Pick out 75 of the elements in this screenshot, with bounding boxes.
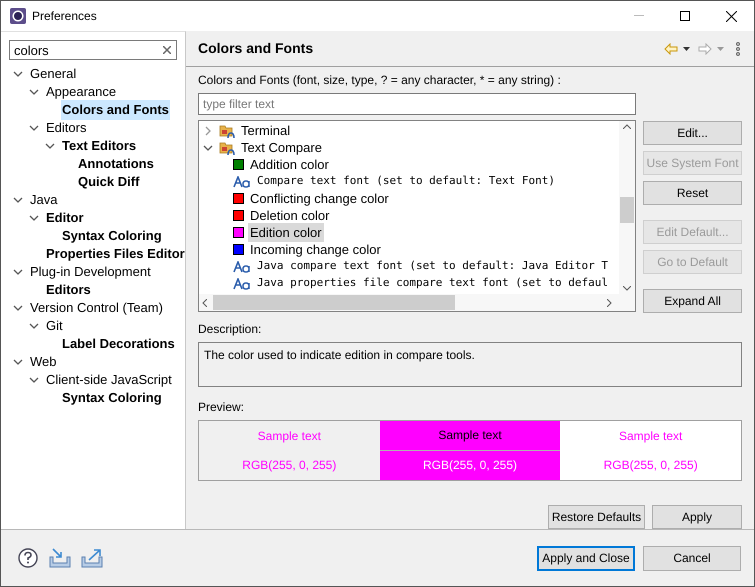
tree-item[interactable]: Label Decorations xyxy=(61,334,176,354)
font-icon xyxy=(233,278,251,290)
chevron-down-icon[interactable] xyxy=(203,142,213,152)
list-item[interactable]: Text Compare xyxy=(239,138,324,158)
app-icon xyxy=(10,8,26,24)
chevron-right-icon[interactable] xyxy=(203,126,213,136)
tree-item[interactable]: Plug-in Development xyxy=(29,262,152,282)
sample-text: Sample text xyxy=(618,428,682,445)
tree-item[interactable]: Version Control (Team) xyxy=(29,298,164,318)
description-box: The color used to indicate edition in compare tools. xyxy=(198,342,742,387)
tree-item[interactable]: Editors xyxy=(45,280,92,300)
chevron-down-icon[interactable] xyxy=(13,267,23,277)
menu-icon[interactable] xyxy=(736,42,740,56)
list-item[interactable]: Terminal xyxy=(239,121,292,140)
clear-icon[interactable] xyxy=(163,46,171,54)
help-icon[interactable] xyxy=(18,548,38,568)
page-title: Colors and Fonts xyxy=(198,39,314,58)
filter-label: Colors and Fonts (font, size, type, ? = any character, * = any string) : xyxy=(198,72,562,89)
close-icon[interactable] xyxy=(726,10,737,22)
tree-item[interactable]: Text Editors xyxy=(61,136,138,156)
list-item[interactable]: Edition color xyxy=(248,222,324,242)
font-icon xyxy=(233,176,251,188)
side-button[interactable]: Expand All xyxy=(643,289,742,313)
export-icon[interactable] xyxy=(81,548,103,568)
scrollbar-thumb[interactable] xyxy=(620,197,634,223)
tree-item[interactable]: Java xyxy=(29,190,58,210)
folder-font-icon xyxy=(219,140,235,156)
vertical-scrollbar[interactable] xyxy=(619,121,636,294)
font-icon xyxy=(233,260,251,272)
dialog-button[interactable]: Cancel xyxy=(643,546,741,570)
page-button[interactable]: Restore Defaults xyxy=(548,505,645,529)
tree-item[interactable]: Syntax Coloring xyxy=(61,388,163,408)
tree-item[interactable]: Editor xyxy=(45,208,85,228)
tree-item[interactable]: Syntax Coloring xyxy=(61,226,163,246)
tree-item[interactable]: Client-side JavaScript xyxy=(45,370,173,390)
list-item[interactable]: Addition color xyxy=(248,154,331,174)
maximize-icon[interactable] xyxy=(680,11,690,21)
tree-item[interactable]: Git xyxy=(45,316,64,336)
list-item[interactable]: Compare text font (set to default: Text Font) xyxy=(255,173,558,190)
page-button[interactable]: Apply xyxy=(652,505,742,529)
side-button[interactable]: Edit... xyxy=(643,121,742,145)
rgb-value: RGB(255, 0, 255) xyxy=(242,457,336,474)
sample-text: Sample text xyxy=(258,428,322,445)
scroll-down-icon[interactable] xyxy=(623,286,632,291)
dialog-button[interactable]: Apply and Close xyxy=(537,546,635,570)
list-item[interactable]: Incoming change color xyxy=(248,240,383,260)
tree-item[interactable]: Properties Files Editor xyxy=(45,244,186,264)
window-title: Preferences xyxy=(32,8,97,25)
import-icon[interactable] xyxy=(49,548,71,568)
scroll-left-icon[interactable] xyxy=(202,298,207,306)
scroll-up-icon[interactable] xyxy=(623,124,632,129)
list-item[interactable]: Conflicting change color xyxy=(248,188,391,208)
folder-font-icon xyxy=(219,122,235,138)
rgb-value: RGB(255, 0, 255) xyxy=(422,457,518,474)
description-label: Description: xyxy=(198,321,262,338)
preview-label: Preview: xyxy=(198,399,246,416)
list-item[interactable]: Java compare text font (set to default: Java Editor T xyxy=(255,258,610,275)
scrollbar-thumb[interactable] xyxy=(213,295,455,310)
rgb-value: RGB(255, 0, 255) xyxy=(604,457,698,474)
tree-item[interactable]: Annotations xyxy=(77,154,155,174)
search-field[interactable]: colors xyxy=(9,40,177,60)
tree-item[interactable]: General xyxy=(29,64,78,84)
tree-item[interactable]: Web xyxy=(29,352,58,372)
sample-text: Sample text xyxy=(438,427,502,444)
tree-item[interactable]: Quick Diff xyxy=(77,172,140,192)
side-button[interactable]: Reset xyxy=(643,181,742,205)
dropdown-icon[interactable] xyxy=(683,46,690,50)
tree-item[interactable]: Editors xyxy=(45,118,88,138)
list-item[interactable]: Deletion color xyxy=(248,206,332,226)
tree-item[interactable]: Colors and Fonts xyxy=(61,100,170,120)
tree-item[interactable]: Appearance xyxy=(45,82,118,102)
horizontal-scrollbar[interactable] xyxy=(199,294,636,311)
list-item[interactable]: Java properties file compare text font (set to defaul xyxy=(255,275,610,292)
filter-field[interactable]: type filter text xyxy=(198,93,636,115)
scroll-right-icon[interactable] xyxy=(607,298,612,306)
